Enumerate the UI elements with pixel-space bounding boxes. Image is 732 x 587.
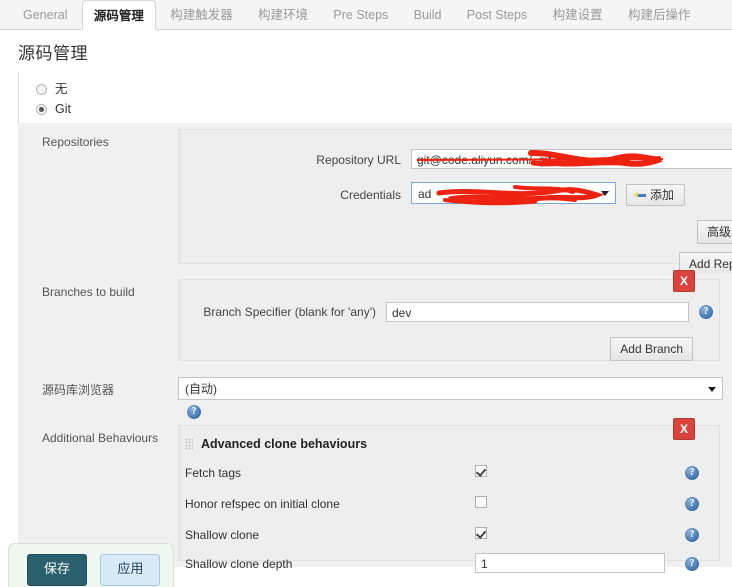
tab-post-actions[interactable]: 构建后操作 [617,0,702,30]
scm-option-git[interactable]: Git [28,99,732,119]
credentials-row: Credentials ad 添加 [181,175,732,210]
repository-url-input[interactable]: git@code.aliyun.com/ .git [411,148,732,169]
tab-pre-steps[interactable]: Pre Steps [322,0,399,30]
shallow-clone-depth-input[interactable]: 1 [475,552,665,573]
section-repositories: Repositories Repository URL git@code.ali… [18,123,732,276]
honor-refspec-checkbox[interactable] [475,496,487,508]
page-title: 源码管理 [18,44,88,63]
behaviour-row-shallow-clone: Shallow clone ? [181,519,719,550]
apply-button[interactable]: 应用 [100,554,161,586]
honor-refspec-label: Honor refspec on initial clone [185,496,340,511]
scm-option-none[interactable]: 无 [28,79,732,99]
scm-radio-group: 无 Git [18,74,732,123]
scm-option-none-label: 无 [55,82,68,96]
shallow-clone-label: Shallow clone [185,527,260,542]
tab-build-triggers[interactable]: 构建触发器 [159,0,244,30]
shallow-clone-help-icon[interactable]: ? [685,527,699,542]
add-repository-row: Add Repository [181,244,732,276]
advanced-clone-title-row: Advanced clone behaviours [181,434,719,457]
advanced-button-row: 高级... [181,210,732,244]
save-button[interactable]: 保存 [27,554,88,586]
section-repositories-label: Repositories [18,123,178,273]
fetch-tags-help-icon[interactable]: ? [685,465,699,480]
form-action-bar: 保存 应用 [8,543,174,587]
add-credentials-button[interactable]: 添加 [626,183,686,206]
add-branch-button[interactable]: Add Branch [610,337,693,361]
advanced-clone-title: Advanced clone behaviours [201,437,368,451]
shallow-clone-depth-label: Shallow clone depth [185,557,293,571]
credentials-select[interactable]: ad [411,182,616,204]
tab-build-settings[interactable]: 构建设置 [542,0,614,30]
credentials-select-value: ad [418,187,432,201]
advanced-button[interactable]: 高级... [696,220,732,244]
behaviour-row-fetch-tags: Fetch tags ? [181,457,719,488]
branch-specifier-label: Branch Specifier (blank for 'any') [203,305,376,319]
section-branches-label: Branches to build [18,273,178,371]
tab-build[interactable]: Build [403,0,453,30]
chevron-down-icon [601,191,609,196]
section-branches: Branches to build X Branch Specifier (bl… [18,270,732,371]
repo-browser-help-icon[interactable]: ? [187,405,201,419]
section-repo-browser-label: 源码库浏览器 [18,371,178,419]
section-repo-browser: 源码库浏览器 (自动) ? [18,371,732,419]
repository-panel: Repository URL git@code.aliyun.com/ .git… [178,129,732,276]
tab-post-steps[interactable]: Post Steps [456,0,538,30]
delete-branch-button[interactable]: X [673,270,695,292]
radio-none-icon[interactable] [36,83,47,95]
honor-refspec-help-icon[interactable]: ? [685,496,699,511]
advanced-clone-panel: X Advanced clone behaviours Fetch tags ?… [178,418,720,573]
shallow-clone-depth-help-icon[interactable]: ? [685,557,699,571]
drag-handle-icon[interactable] [185,438,193,450]
radio-git-icon[interactable] [36,103,47,115]
tab-build-env[interactable]: 构建环境 [247,0,319,30]
add-arrow-icon [633,191,646,200]
branch-specifier-row: Branch Specifier (blank for 'any') dev ? [181,290,719,327]
credentials-label: Credentials [340,187,401,202]
tab-general[interactable]: General [12,0,78,30]
repository-url-row: Repository URL git@code.aliyun.com/ .git… [181,140,732,175]
delete-behaviour-button[interactable]: X [673,418,695,440]
branch-specifier-help-icon[interactable]: ? [699,305,713,319]
branches-panel: X Branch Specifier (blank for 'any') dev… [178,270,720,361]
behaviour-row-honor-refspec: Honor refspec on initial clone ? [181,488,719,519]
repository-url-label: Repository URL [316,153,401,167]
scm-form: 无 Git Repositories Repository URL git@co… [18,72,732,573]
fetch-tags-checkbox[interactable] [475,465,487,477]
behaviour-row-shallow-clone-depth: Shallow clone depth 1 ? [181,550,719,578]
job-config-tabbar: General 源码管理 构建触发器 构建环境 Pre Steps Build … [0,0,732,30]
repo-browser-value: (自动) [185,382,217,396]
add-credentials-label: 添加 [650,187,675,202]
add-branch-row: Add Branch [181,327,719,361]
tab-scm[interactable]: 源码管理 [81,0,156,30]
branch-specifier-input[interactable]: dev [386,302,689,322]
repo-browser-select[interactable]: (自动) [178,377,723,400]
scm-option-git-label: Git [55,102,71,116]
shallow-clone-checkbox[interactable] [475,527,487,539]
fetch-tags-label: Fetch tags [185,465,242,480]
chevron-down-icon [708,386,716,392]
